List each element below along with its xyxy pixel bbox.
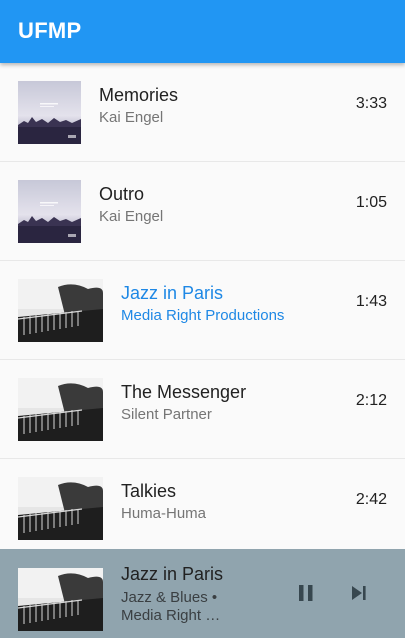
song-duration: 2:12 bbox=[355, 392, 387, 409]
song-title: Outro bbox=[99, 184, 145, 204]
song-duration: 2:42 bbox=[355, 491, 387, 508]
song-title: Memories bbox=[99, 85, 179, 105]
now-playing-bar[interactable]: Jazz in Paris Jazz & Blues • Media Right… bbox=[0, 549, 405, 638]
song-artist: Media Right Productions bbox=[121, 307, 285, 324]
pause-icon bbox=[299, 585, 313, 601]
app-title: UFMP bbox=[18, 18, 82, 43]
album-art-thumbnail bbox=[18, 81, 81, 144]
song-artist: Kai Engel bbox=[99, 208, 164, 225]
song-texts: Outro Kai Engel bbox=[99, 182, 163, 228]
song-texts: Memories Kai Engel bbox=[99, 83, 178, 129]
skip-next-icon bbox=[352, 586, 366, 600]
song-title: Talkies bbox=[121, 481, 177, 501]
album-art-thumbnail bbox=[18, 477, 103, 540]
song-artist: Silent Partner bbox=[121, 406, 212, 423]
song-title: The Messenger bbox=[121, 382, 247, 402]
song-texts: Jazz in Paris Media Right Productions bbox=[121, 281, 284, 327]
now-playing-title: Jazz in Paris bbox=[121, 564, 224, 584]
song-row-the-messenger[interactable]: The Messenger Silent Partner 2:12 bbox=[0, 360, 405, 459]
app-root: UFMP Memories Kai Engel 3:33 Outro Kai E… bbox=[0, 0, 405, 638]
song-row-talkies[interactable]: Talkies Huma-Huma 2:42 bbox=[0, 459, 405, 558]
album-art-thumbnail bbox=[18, 180, 81, 243]
album-art-thumbnail bbox=[18, 279, 103, 342]
now-playing-album-art bbox=[18, 568, 103, 631]
song-duration: 3:33 bbox=[355, 95, 387, 112]
song-artist: Kai Engel bbox=[99, 109, 164, 126]
pause-button[interactable] bbox=[294, 581, 318, 605]
skip-next-button[interactable] bbox=[347, 581, 371, 605]
song-duration: 1:05 bbox=[355, 194, 387, 211]
album-art-thumbnail bbox=[18, 378, 103, 441]
app-bar: UFMP bbox=[0, 0, 405, 63]
song-row-outro[interactable]: Outro Kai Engel 1:05 bbox=[0, 162, 405, 261]
song-texts: The Messenger Silent Partner bbox=[121, 380, 246, 426]
now-playing-subtitle: Jazz & Blues • Media Right … bbox=[121, 589, 221, 624]
song-texts: Talkies Huma-Huma bbox=[121, 479, 206, 525]
song-artist: Huma-Huma bbox=[121, 505, 207, 522]
song-row-memories[interactable]: Memories Kai Engel 3:33 bbox=[0, 63, 405, 162]
song-row-jazz-in-paris[interactable]: Jazz in Paris Media Right Productions 1:… bbox=[0, 261, 405, 360]
song-duration: 1:43 bbox=[355, 293, 387, 310]
song-title: Jazz in Paris bbox=[121, 283, 224, 303]
